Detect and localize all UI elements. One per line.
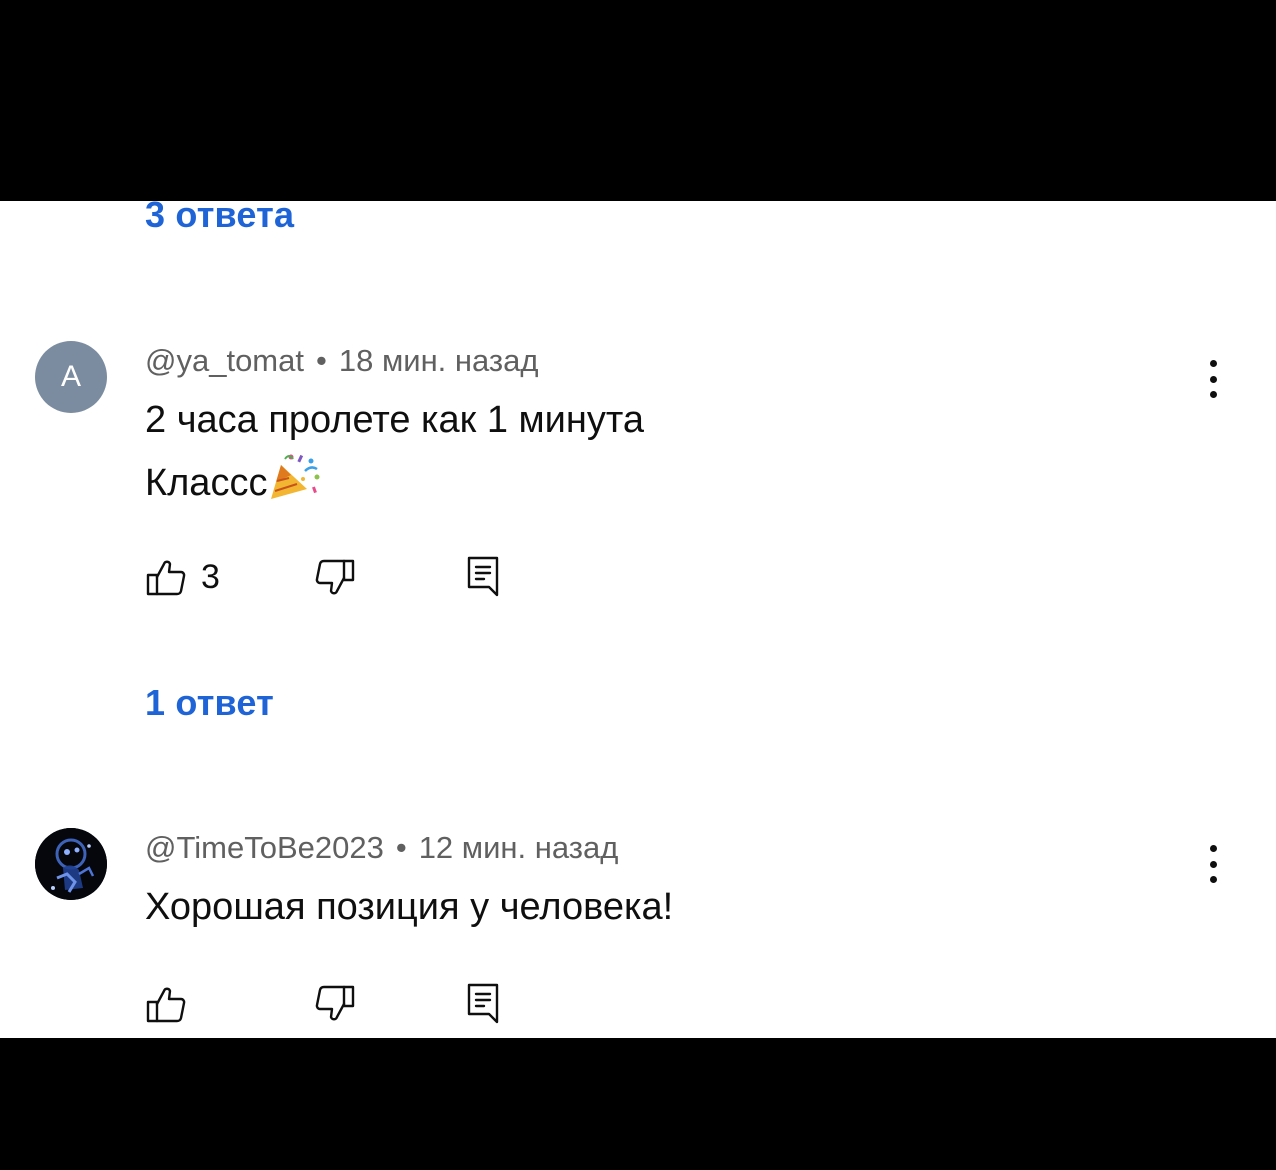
replies-link-previous[interactable]: 3 ответа	[145, 201, 294, 235]
comment-meta: @ya_tomat • 18 мин. назад	[145, 343, 538, 379]
reply-button[interactable]	[466, 982, 502, 1024]
comment-meta: @TimeToBe2023 • 12 мин. назад	[145, 830, 618, 866]
reply-button[interactable]	[466, 555, 502, 597]
kebab-dot	[1209, 360, 1217, 367]
dislike-button[interactable]	[314, 557, 356, 599]
like-count: 3	[201, 558, 220, 596]
kebab-dot	[1209, 860, 1217, 868]
top-black-bar	[0, 0, 1276, 201]
avatar[interactable]: A	[35, 341, 107, 413]
comment-timestamp: 12 мин. назад	[418, 830, 619, 865]
thumbs-down-icon	[315, 559, 355, 595]
comment-icon	[467, 556, 499, 597]
thumbs-down-icon	[315, 985, 355, 1021]
replies-link[interactable]: 1 ответ	[145, 683, 274, 723]
dislike-button[interactable]	[314, 983, 356, 1025]
more-options-button[interactable]	[1196, 839, 1230, 889]
like-button[interactable]	[145, 983, 187, 1025]
party-popper-icon	[267, 451, 323, 503]
like-button[interactable]: 3	[145, 556, 220, 598]
comments-panel: 3 ответа A @ya_tomat • 18 мин. назад 2 час…	[0, 201, 1276, 1038]
author-handle[interactable]: @TimeToBe2023	[145, 830, 384, 865]
comment-body-line-1: 2 часа пролете как 1 минута	[145, 399, 644, 441]
meta-separator: •	[395, 830, 407, 865]
comment-body-line-2: Классс	[145, 451, 323, 512]
kebab-dot	[1209, 845, 1217, 852]
comment-icon	[467, 983, 499, 1024]
kebab-dot	[1209, 391, 1217, 398]
meta-separator: •	[315, 343, 327, 378]
bottom-black-bar	[0, 1038, 1276, 1170]
comment-body-text: Классс	[145, 462, 268, 504]
user-avatar-image	[35, 828, 107, 900]
avatar[interactable]	[35, 828, 107, 900]
comment-timestamp: 18 мин. назад	[338, 343, 539, 378]
kebab-dot	[1209, 375, 1217, 383]
author-handle[interactable]: @ya_tomat	[145, 343, 304, 378]
kebab-dot	[1209, 876, 1217, 883]
thumbs-up-icon	[146, 987, 186, 1023]
thumbs-up-icon	[146, 560, 186, 596]
more-options-button[interactable]	[1196, 354, 1230, 404]
comment-body: Хорошая позиция у человека!	[145, 886, 674, 928]
